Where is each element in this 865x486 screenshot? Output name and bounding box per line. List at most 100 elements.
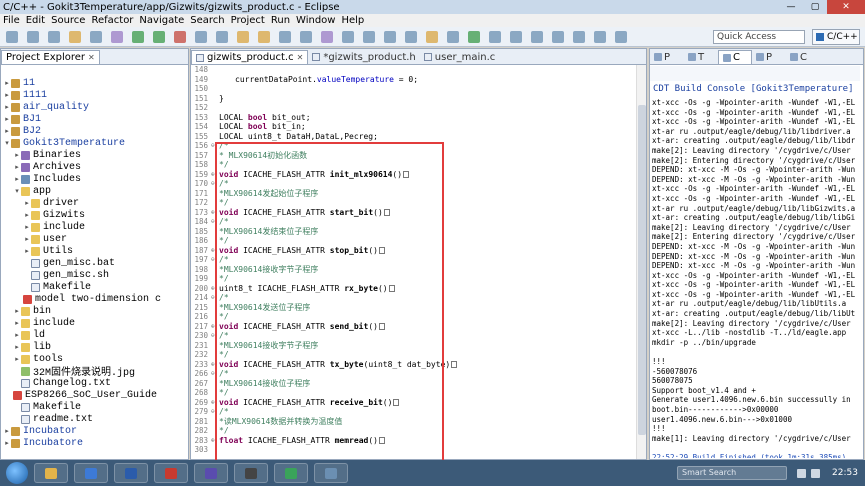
tree-item[interactable]: readme.txt — [1, 413, 161, 425]
toolbar-icon[interactable] — [384, 31, 396, 43]
taskbar-network-tool-icon[interactable] — [314, 463, 348, 483]
toolbar-icon[interactable] — [216, 31, 228, 43]
code-line[interactable]: 217 ⊕ void ICACHE_FLASH_ATTR send_bit() — [191, 322, 636, 332]
chevron-icon[interactable]: ▸ — [13, 331, 21, 340]
toolbar-icon[interactable] — [321, 31, 333, 43]
tree-item[interactable]: ▸ 11 — [1, 77, 161, 89]
tree-item[interactable]: model two-dimension code — [1, 293, 161, 305]
tree-item[interactable]: Changelog.txt — [1, 377, 161, 389]
code-line[interactable]: 185 *MLX90614发结束位子程序 — [191, 227, 636, 237]
code-line[interactable]: 150 — [191, 84, 636, 94]
taskbar-search-input[interactable]: Smart Search — [677, 466, 787, 480]
tree-item[interactable]: ▸ driver — [1, 197, 161, 209]
code-line[interactable]: 154 LOCAL bool bit_in; — [191, 122, 636, 132]
toolbar-icon[interactable] — [111, 31, 123, 43]
code-line[interactable]: 157 * MLX90614初始化函数 — [191, 151, 636, 161]
tree-item[interactable]: ▸ Gizwits — [1, 209, 161, 221]
tab-view[interactable]: C — [786, 50, 820, 64]
tab-project-explorer[interactable]: Project Explorer ✕ — [1, 50, 100, 64]
close-button[interactable]: ✕ — [827, 0, 865, 14]
taskbar-eclipse-icon[interactable] — [194, 463, 228, 483]
tab-view[interactable]: C — [718, 50, 752, 64]
scrollbar-thumb[interactable] — [638, 105, 646, 435]
toolbar-icon[interactable] — [279, 31, 291, 43]
menu-edit[interactable]: Edit — [23, 15, 48, 26]
toolbar-icon[interactable] — [300, 31, 312, 43]
perspective-cpp-button[interactable]: C/C++ — [812, 29, 860, 45]
chevron-icon[interactable]: ▸ — [23, 223, 31, 232]
close-icon[interactable]: ✕ — [297, 53, 304, 62]
tree-item[interactable]: ▸ Utils — [1, 245, 161, 257]
menu-help[interactable]: Help — [338, 15, 367, 26]
tree-item[interactable]: ▸ Incubatore — [1, 437, 161, 449]
chevron-icon[interactable]: ▸ — [13, 175, 21, 184]
toolbar-icon[interactable] — [6, 31, 18, 43]
toolbar-icon[interactable] — [363, 31, 375, 43]
tree-item[interactable]: Makefile — [1, 401, 161, 413]
tree-item[interactable]: ▸ Incubator — [1, 425, 161, 437]
tree-item[interactable]: ▸ 1111 — [1, 89, 161, 101]
tree-item[interactable]: ▸ include — [1, 317, 161, 329]
toolbar-icon[interactable] — [615, 31, 627, 43]
code-line[interactable]: 268 */ — [191, 388, 636, 398]
chevron-icon[interactable]: ▸ — [13, 163, 21, 172]
tab-editor-file[interactable]: gizwits_product.c ✕ — [191, 50, 309, 64]
chevron-icon[interactable]: ▸ — [13, 307, 21, 316]
tree-item[interactable]: ▸ BJ1 — [1, 113, 161, 125]
code-line[interactable]: 152 — [191, 103, 636, 113]
toolbar-icon[interactable] — [153, 31, 165, 43]
tree-item[interactable]: ▸ air_quality — [1, 101, 161, 113]
tree-item[interactable]: ▾ Gokit3Temperature — [1, 137, 161, 149]
chevron-icon[interactable]: ▸ — [3, 103, 11, 112]
code-line[interactable]: 171 *MLX90614发起始位子程序 — [191, 189, 636, 199]
code-line[interactable]: 186 */ — [191, 236, 636, 246]
code-line[interactable]: 231 *MLX90614接收字节子程序 — [191, 341, 636, 351]
toolbar-icon[interactable] — [48, 31, 60, 43]
toolbar-icon[interactable] — [132, 31, 144, 43]
chevron-icon[interactable]: ▸ — [23, 199, 31, 208]
maximize-button[interactable]: ▢ — [803, 0, 827, 14]
code-line[interactable]: 303 — [191, 445, 636, 455]
chevron-icon[interactable]: ▾ — [3, 139, 11, 148]
chevron-icon[interactable]: ▸ — [13, 319, 21, 328]
chevron-icon[interactable]: ▸ — [23, 235, 31, 244]
toolbar-icon[interactable] — [426, 31, 438, 43]
code-line[interactable]: 281 *读MLX90614数据并转换为温度值 — [191, 417, 636, 427]
tree-item[interactable]: ▾ app — [1, 185, 161, 197]
toolbar-icon[interactable] — [342, 31, 354, 43]
code-line[interactable]: 232 */ — [191, 350, 636, 360]
taskbar-wps-icon[interactable] — [154, 463, 188, 483]
code-line[interactable]: 173 ⊕ void ICACHE_FLASH_ATTR start_bit() — [191, 208, 636, 218]
code-line[interactable]: 215 *MLX90614发送位子程序 — [191, 303, 636, 313]
close-icon[interactable]: ✕ — [88, 53, 95, 62]
toolbar-icon[interactable] — [468, 31, 480, 43]
tree-item[interactable]: ▸ ld — [1, 329, 161, 341]
code-editor[interactable]: 148 149 currentDataPoint.valueTemperature … — [191, 65, 636, 459]
chevron-icon[interactable]: ▸ — [13, 343, 21, 352]
toolbar-icon[interactable] — [552, 31, 564, 43]
code-line[interactable]: 158 */ — [191, 160, 636, 170]
chevron-icon[interactable]: ▸ — [3, 115, 11, 124]
toolbar-icon[interactable] — [174, 31, 186, 43]
menu-project[interactable]: Project — [228, 15, 268, 26]
code-line[interactable]: 149 currentDataPoint.valueTemperature = 0… — [191, 75, 636, 85]
tree-item[interactable]: ▸ BJ2 — [1, 125, 161, 137]
toolbar-icon[interactable] — [594, 31, 606, 43]
toolbar-icon[interactable] — [27, 31, 39, 43]
code-line[interactable]: 153 LOCAL bool bit_out; — [191, 113, 636, 123]
toolbar-icon[interactable] — [405, 31, 417, 43]
menu-source[interactable]: Source — [48, 15, 88, 26]
code-line[interactable]: 233 ⊕ void ICACHE_FLASH_ATTR tx_byte(uint8… — [191, 360, 636, 370]
code-line[interactable]: 269 ⊕ void ICACHE_FLASH_ATTR receive_bit() — [191, 398, 636, 408]
tab-view[interactable]: P — [650, 50, 684, 64]
code-line[interactable]: 155 LOCAL uint8_t DataH,DataL,Pecreg; — [191, 132, 636, 142]
menu-search[interactable]: Search — [187, 15, 227, 26]
chevron-icon[interactable]: ▸ — [23, 211, 31, 220]
toolbar-icon[interactable] — [531, 31, 543, 43]
tree-item[interactable]: ▸ Archives — [1, 161, 161, 173]
tree-item[interactable]: gen_misc.bat — [1, 257, 161, 269]
tree-item[interactable]: ▸ include — [1, 221, 161, 233]
editor-scrollbar[interactable] — [636, 65, 646, 459]
tree-item[interactable]: ▸ user — [1, 233, 161, 245]
toolbar-icon[interactable] — [237, 31, 249, 43]
